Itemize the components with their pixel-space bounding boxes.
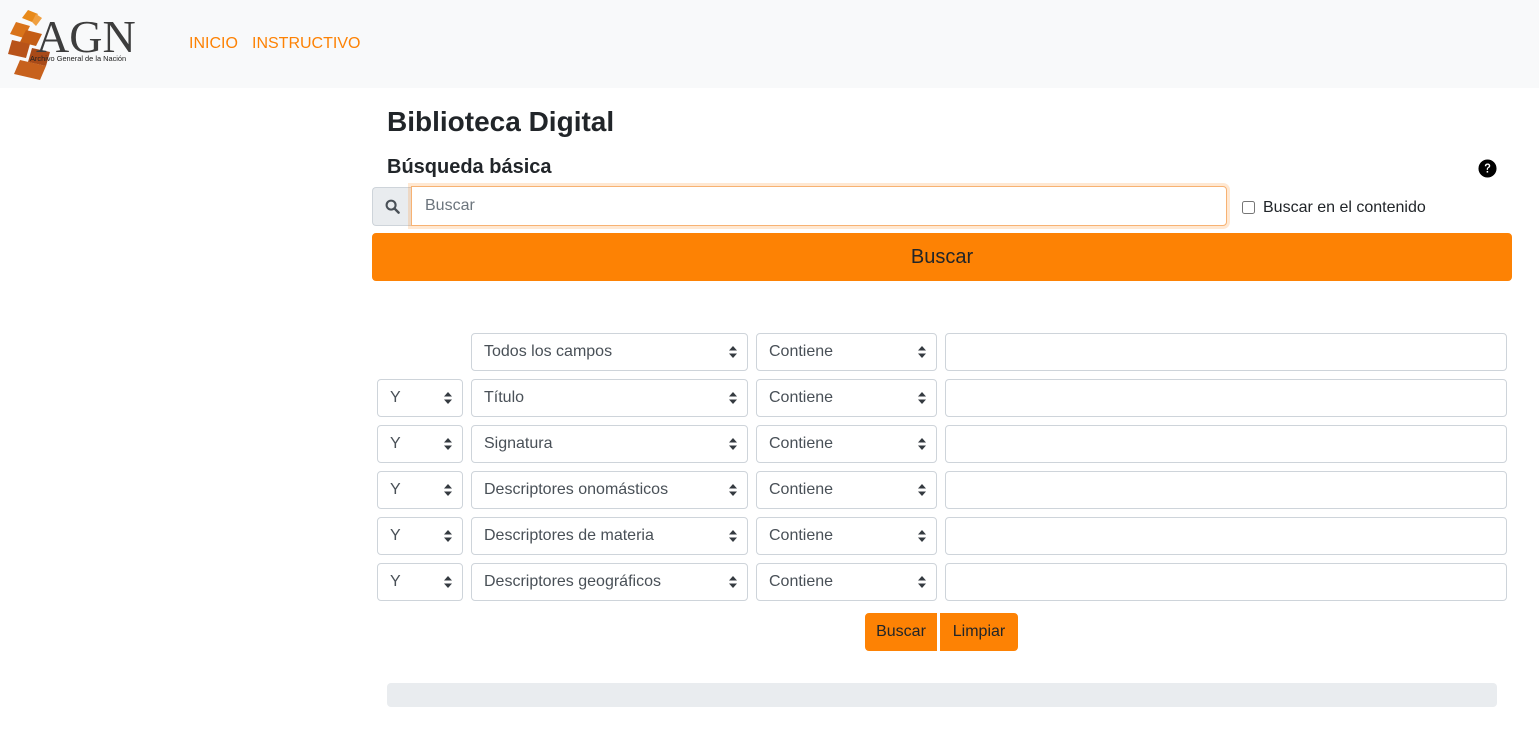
term-input[interactable] <box>945 425 1507 463</box>
advanced-search-row: Y Descriptores geográficos Contiene <box>0 563 1539 601</box>
question-circle-icon[interactable] <box>1478 159 1497 178</box>
condition-select[interactable]: Contiene <box>756 517 937 555</box>
condition-select[interactable]: Contiene <box>756 379 937 417</box>
nav-link-inicio[interactable]: INICIO <box>189 35 238 53</box>
advanced-search-row: Y Título Contiene <box>0 379 1539 417</box>
basic-search-input[interactable] <box>411 186 1227 226</box>
top-navbar: AGN Archivo General de la Nación INICIO … <box>0 0 1539 88</box>
field-select[interactable]: Todos los campos <box>471 333 748 371</box>
select-arrows-icon <box>444 530 452 542</box>
select-arrows-icon <box>729 576 737 588</box>
agn-logo-image: AGN Archivo General de la Nación <box>8 10 136 80</box>
advanced-search-row: Todos los campos Contiene <box>0 333 1539 371</box>
select-arrows-icon <box>444 484 452 496</box>
condition-select[interactable]: Contiene <box>756 471 937 509</box>
select-arrows-icon <box>918 438 926 450</box>
results-bar <box>387 683 1497 707</box>
select-arrows-icon <box>918 392 926 404</box>
operator-select[interactable]: Y <box>377 379 463 417</box>
advanced-search-row: Y Signatura Contiene <box>0 425 1539 463</box>
section-title: Búsqueda básica <box>387 156 552 178</box>
search-icon <box>385 199 400 214</box>
field-select[interactable]: Descriptores onomásticos <box>471 471 748 509</box>
field-select[interactable]: Título <box>471 379 748 417</box>
operator-select[interactable]: Y <box>377 563 463 601</box>
search-addon <box>372 187 412 226</box>
select-arrows-icon <box>729 484 737 496</box>
condition-select[interactable]: Contiene <box>756 563 937 601</box>
select-arrows-icon <box>444 576 452 588</box>
advanced-search-row: Y Descriptores de materia Contiene <box>0 517 1539 555</box>
advanced-search-row: Y Descriptores onomásticos Contiene <box>0 471 1539 509</box>
operator-select[interactable]: Y <box>377 471 463 509</box>
logo-subtitle: Archivo General de la Nación <box>30 54 126 63</box>
search-content-checkbox[interactable] <box>1242 201 1255 214</box>
basic-search-button[interactable]: Buscar <box>372 233 1512 281</box>
term-input[interactable] <box>945 379 1507 417</box>
select-arrows-icon <box>918 576 926 588</box>
field-select[interactable]: Descriptores geográficos <box>471 563 748 601</box>
field-select[interactable]: Descriptores de materia <box>471 517 748 555</box>
clear-button[interactable]: Limpiar <box>940 613 1018 651</box>
operator-select[interactable]: Y <box>377 425 463 463</box>
select-arrows-icon <box>729 438 737 450</box>
select-arrows-icon <box>444 392 452 404</box>
select-arrows-icon <box>918 530 926 542</box>
term-input[interactable] <box>945 517 1507 555</box>
select-arrows-icon <box>729 530 737 542</box>
search-content-label[interactable]: Buscar en el contenido <box>1263 199 1426 217</box>
condition-select[interactable]: Contiene <box>756 333 937 371</box>
field-select[interactable]: Signatura <box>471 425 748 463</box>
term-input[interactable] <box>945 471 1507 509</box>
term-input[interactable] <box>945 333 1507 371</box>
select-arrows-icon <box>444 438 452 450</box>
select-arrows-icon <box>918 484 926 496</box>
operator-select[interactable]: Y <box>377 517 463 555</box>
condition-select[interactable]: Contiene <box>756 425 937 463</box>
select-arrows-icon <box>729 346 737 358</box>
term-input[interactable] <box>945 563 1507 601</box>
nav-link-instructivo[interactable]: INSTRUCTIVO <box>252 35 360 53</box>
select-arrows-icon <box>729 392 737 404</box>
page-title: Biblioteca Digital <box>387 106 615 137</box>
advanced-search-button[interactable]: Buscar <box>865 613 937 651</box>
agn-logo[interactable]: AGN Archivo General de la Nación <box>6 8 151 82</box>
select-arrows-icon <box>918 346 926 358</box>
